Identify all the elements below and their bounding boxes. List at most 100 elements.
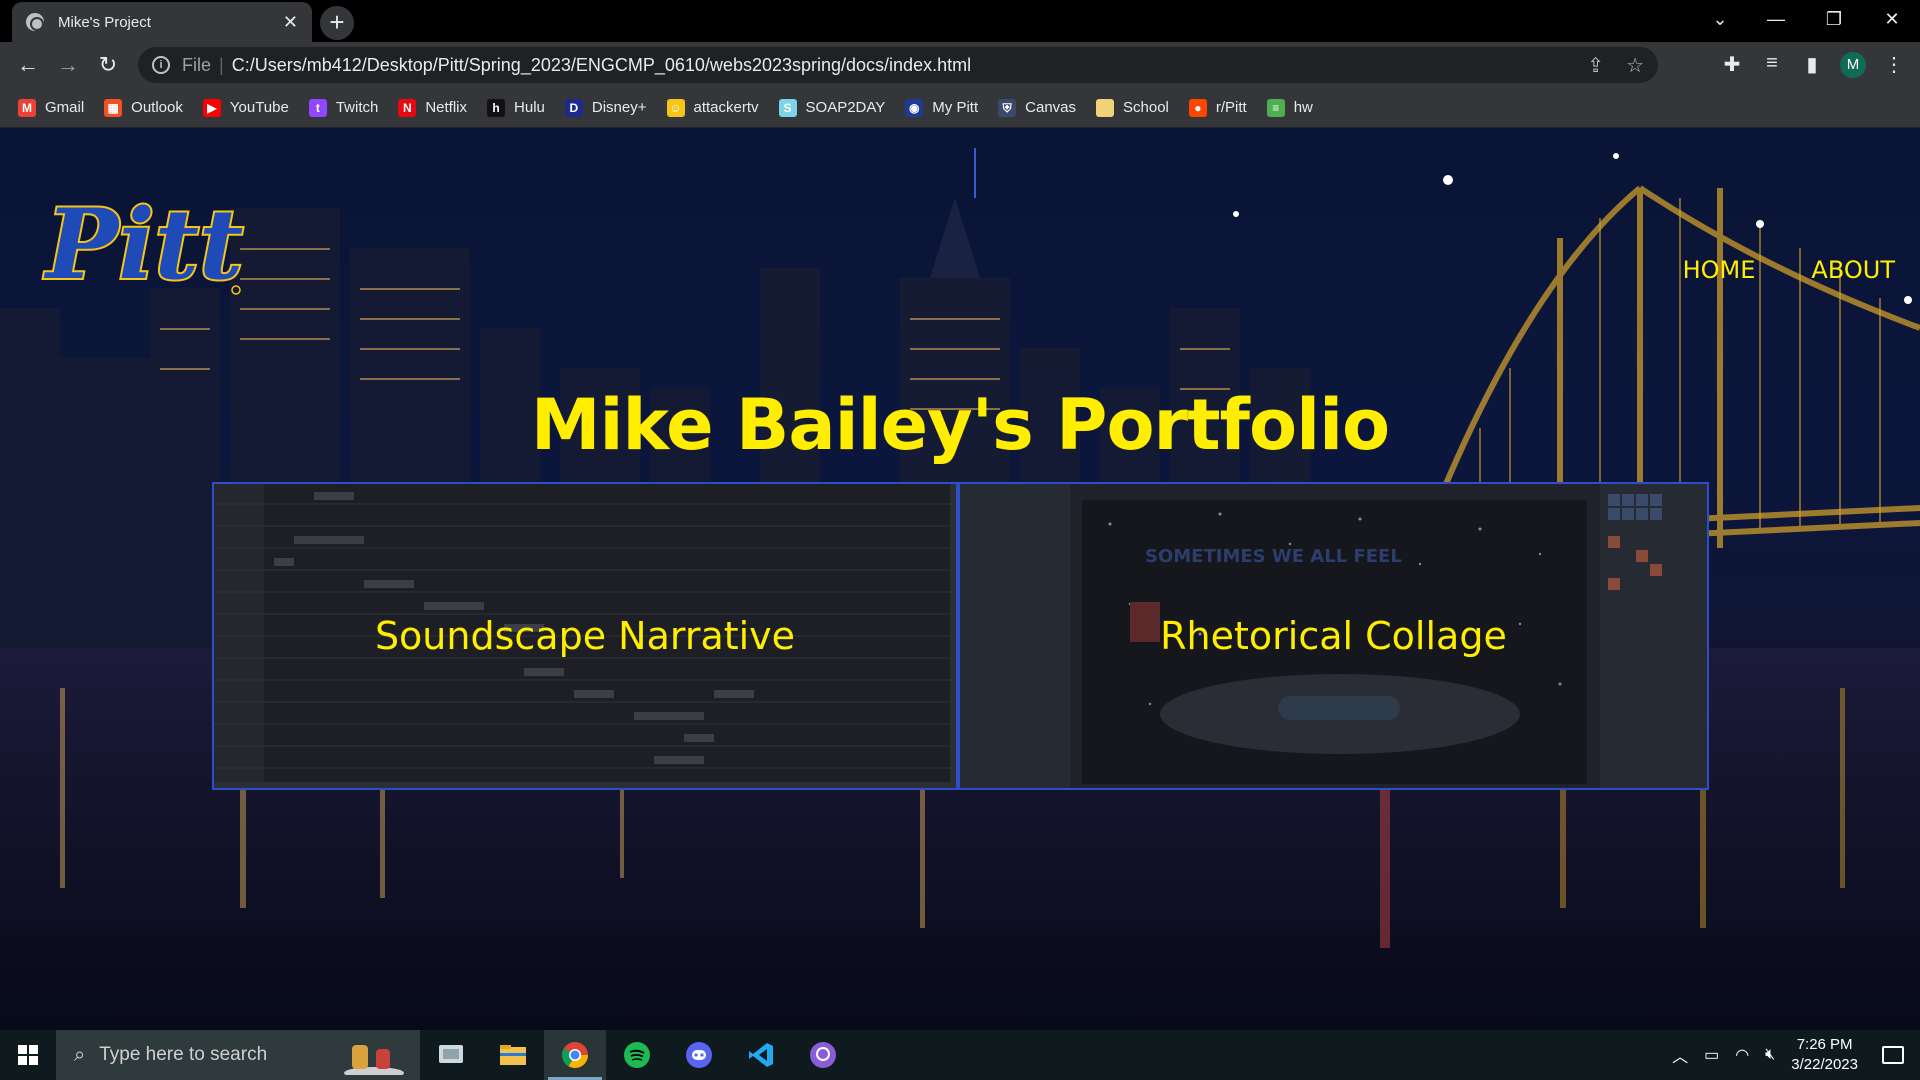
lanterns-icon xyxy=(344,1045,404,1075)
collage-caption-text: SOMETIMES WE ALL FEEL xyxy=(1145,546,1402,567)
folder-icon xyxy=(1096,98,1114,117)
bookmark-label: Netflix xyxy=(425,99,468,116)
bookmark-school[interactable]: School xyxy=(1096,98,1169,117)
pitt-logo-image: Pitt xyxy=(41,186,245,303)
mypitt-icon: ◉ xyxy=(905,98,924,117)
back-arrow-icon[interactable]: ← xyxy=(12,50,44,82)
search-icon: ⌕ xyxy=(74,1043,86,1066)
address-url[interactable]: C:/Users/mb412/Desktop/Pitt/Spring_2023/… xyxy=(232,55,971,76)
bookmark-soap2day[interactable]: S SOAP2DAY xyxy=(778,98,886,117)
pitt-logo[interactable]: Pitt xyxy=(40,186,245,306)
windows-taskbar: ⌕ Type here to search ︿ ▭ ◠ 🔇︎ 7:26 PM 3… xyxy=(0,1030,1920,1080)
bookmark-attackertv[interactable]: ☺ attackertv xyxy=(666,98,759,117)
bookmark-label: My Pitt xyxy=(932,99,979,116)
taskbar-app-file-explorer[interactable] xyxy=(482,1030,544,1080)
soundscape-narrative-card[interactable]: Soundscape Narrative xyxy=(212,482,958,790)
taskbar-app-github[interactable] xyxy=(792,1030,854,1080)
notification-center-icon[interactable] xyxy=(1882,1046,1904,1064)
bookmark-label: School xyxy=(1123,99,1169,116)
taskbar-search-box[interactable]: ⌕ Type here to search xyxy=(56,1030,420,1080)
bookmark-outlook[interactable]: ▦ Outlook xyxy=(104,98,183,117)
browser-toolbar: ← → ↻ i File | C:/Users/mb412/Desktop/Pi… xyxy=(0,42,1920,88)
twitch-icon: t xyxy=(308,98,327,117)
youtube-icon: ▶ xyxy=(202,98,221,117)
books-icon: ≡ xyxy=(1266,98,1285,117)
address-bar[interactable]: i File | C:/Users/mb412/Desktop/Pitt/Spr… xyxy=(138,47,1658,83)
bookmark-label: Outlook xyxy=(131,99,183,116)
bookmark-gmail[interactable]: M Gmail xyxy=(18,98,85,117)
windows-start-button[interactable] xyxy=(0,1030,56,1080)
tab-close-button[interactable]: ✕ xyxy=(283,12,298,33)
windows-logo-icon xyxy=(18,1045,38,1065)
bookmark-label: SOAP2DAY xyxy=(805,99,886,116)
volume-muted-icon[interactable]: 🔇︎ xyxy=(1765,1046,1775,1064)
media-queue-icon[interactable]: ≡ xyxy=(1758,52,1786,75)
bookmark-disney-[interactable]: D Disney+ xyxy=(564,98,647,117)
restore-button[interactable]: ❐ xyxy=(1806,0,1862,40)
system-tray: ︿ ▭ ◠ 🔇︎ 7:26 PM 3/22/2023 xyxy=(1672,1030,1920,1080)
extensions-puzzle-icon[interactable]: ✚ xyxy=(1718,52,1746,77)
bookmark-label: YouTube xyxy=(229,99,289,116)
more-menu-icon[interactable]: ⋮ xyxy=(1880,52,1908,77)
profile-avatar[interactable]: M xyxy=(1840,52,1866,78)
taskbar-app-file-preview[interactable] xyxy=(420,1030,482,1080)
soundscape-narrative-label: Soundscape Narrative xyxy=(374,614,796,658)
tab-title: Mike's Project xyxy=(58,13,151,31)
main-nav: HOME ABOUT xyxy=(1683,256,1895,284)
taskbar-search-placeholder: Type here to search xyxy=(99,1044,268,1065)
bookmark-label: Canvas xyxy=(1025,99,1076,116)
forward-arrow-icon[interactable]: → xyxy=(52,50,84,82)
discord-icon xyxy=(686,1042,712,1068)
bookmark-label: Gmail xyxy=(45,99,85,116)
taskbar-app-chrome[interactable] xyxy=(544,1030,606,1080)
show-hidden-icons-chevron[interactable]: ︿ xyxy=(1672,1043,1688,1067)
clock-date: 3/22/2023 xyxy=(1791,1056,1858,1073)
globe-icon xyxy=(26,13,44,31)
image-viewer-icon xyxy=(439,1045,463,1063)
minimize-button[interactable]: — xyxy=(1748,0,1804,40)
bookmark-label: Hulu xyxy=(514,99,545,116)
nav-home-link[interactable]: HOME xyxy=(1683,256,1756,284)
bookmark-label: r/Pitt xyxy=(1215,99,1247,116)
outlook-icon: ▦ xyxy=(104,98,123,117)
new-tab-button[interactable]: + xyxy=(320,6,354,40)
chrome-icon xyxy=(561,1042,589,1069)
rhetorical-collage-label: Rhetorical Collage xyxy=(1160,614,1507,658)
bookmark-label: Disney+ xyxy=(591,99,647,116)
reddit-icon: ● xyxy=(1188,98,1207,117)
bookmark-hw[interactable]: ≡ hw xyxy=(1266,98,1313,117)
hulu-icon: h xyxy=(487,98,506,117)
taskbar-app-vscode[interactable] xyxy=(730,1030,792,1080)
bookmark-my-pitt[interactable]: ◉ My Pitt xyxy=(905,98,979,117)
bookmark-netflix[interactable]: N Netflix xyxy=(398,98,468,117)
taskbar-app-discord[interactable] xyxy=(668,1030,730,1080)
address-scheme: File xyxy=(182,54,212,75)
bookmark-youtube[interactable]: ▶ YouTube xyxy=(202,98,289,117)
bookmark-label: hw xyxy=(1293,99,1313,116)
taskbar-app-spotify[interactable] xyxy=(606,1030,668,1080)
bookmark-label: attackertv xyxy=(693,99,759,116)
bookmark-star-icon[interactable]: ☆ xyxy=(1626,53,1644,78)
close-window-button[interactable]: ✕ xyxy=(1864,0,1920,40)
bookmark-r-pitt[interactable]: ● r/Pitt xyxy=(1188,98,1247,117)
spotify-icon xyxy=(624,1042,650,1068)
taskbar-clock[interactable]: 7:26 PM 3/22/2023 xyxy=(1791,1035,1858,1075)
share-icon[interactable]: ⇪ xyxy=(1587,53,1604,78)
svg-text:Pitt: Pitt xyxy=(43,188,243,301)
tab-search-chevron-icon[interactable]: ⌄ xyxy=(1692,0,1748,40)
bookmark-twitch[interactable]: t Twitch xyxy=(308,98,378,117)
site-info-icon[interactable]: i xyxy=(152,56,170,74)
nav-about-link[interactable]: ABOUT xyxy=(1811,256,1895,284)
battery-icon[interactable]: ▭ xyxy=(1704,1045,1719,1065)
bookmark-hulu[interactable]: h Hulu xyxy=(487,98,545,117)
bookmark-canvas[interactable]: ⛨ Canvas xyxy=(998,98,1076,117)
side-panel-icon[interactable]: ▮ xyxy=(1798,52,1826,77)
vscode-icon xyxy=(749,1043,773,1067)
clock-time: 7:26 PM xyxy=(1796,1036,1853,1053)
project-cards: Soundscape Narrative SOMETIMES WE ALL FE… xyxy=(212,482,1709,790)
wifi-icon[interactable]: ◠ xyxy=(1735,1045,1749,1065)
reload-icon[interactable]: ↻ xyxy=(92,50,124,82)
rhetorical-collage-card[interactable]: SOMETIMES WE ALL FEEL Rhetorical Collage xyxy=(958,482,1709,790)
browser-tab[interactable]: Mike's Project ✕ xyxy=(12,2,312,42)
attackertv-icon: ☺ xyxy=(666,98,685,117)
